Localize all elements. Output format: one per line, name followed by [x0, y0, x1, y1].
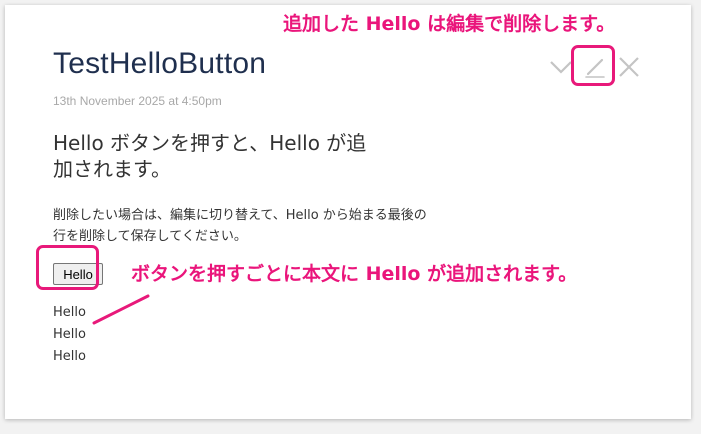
- chevron-down-icon: [550, 61, 572, 74]
- close-icon: [619, 57, 639, 77]
- page-title: TestHelloButton: [53, 47, 267, 80]
- annotation-button-note: ボタンを押すごとに本文に Hello が追加されます。: [131, 263, 578, 285]
- hello-line: Hello: [53, 327, 86, 342]
- tiddler-card: TestHelloButton 13th November 2025 at 4:…: [5, 5, 691, 419]
- body-description: 削除したい場合は、編集に切り替えて、Hello から始まる最後の行を削除して保存…: [53, 208, 427, 244]
- fold-button[interactable]: [546, 52, 576, 82]
- body-heading: Hello ボタンを押すと、Hello が追加されます。: [53, 131, 367, 181]
- hello-output-list: Hello Hello Hello: [53, 302, 86, 368]
- edit-button[interactable]: [580, 51, 610, 81]
- annotation-top-note: 追加した Hello は編集で削除します。: [283, 13, 616, 35]
- edit-icon: [585, 58, 605, 78]
- close-button[interactable]: [614, 52, 644, 82]
- hello-line: Hello: [53, 349, 86, 364]
- hello-button[interactable]: Hello: [53, 263, 103, 285]
- modified-timestamp: 13th November 2025 at 4:50pm: [53, 94, 222, 108]
- hello-line: Hello: [53, 305, 86, 320]
